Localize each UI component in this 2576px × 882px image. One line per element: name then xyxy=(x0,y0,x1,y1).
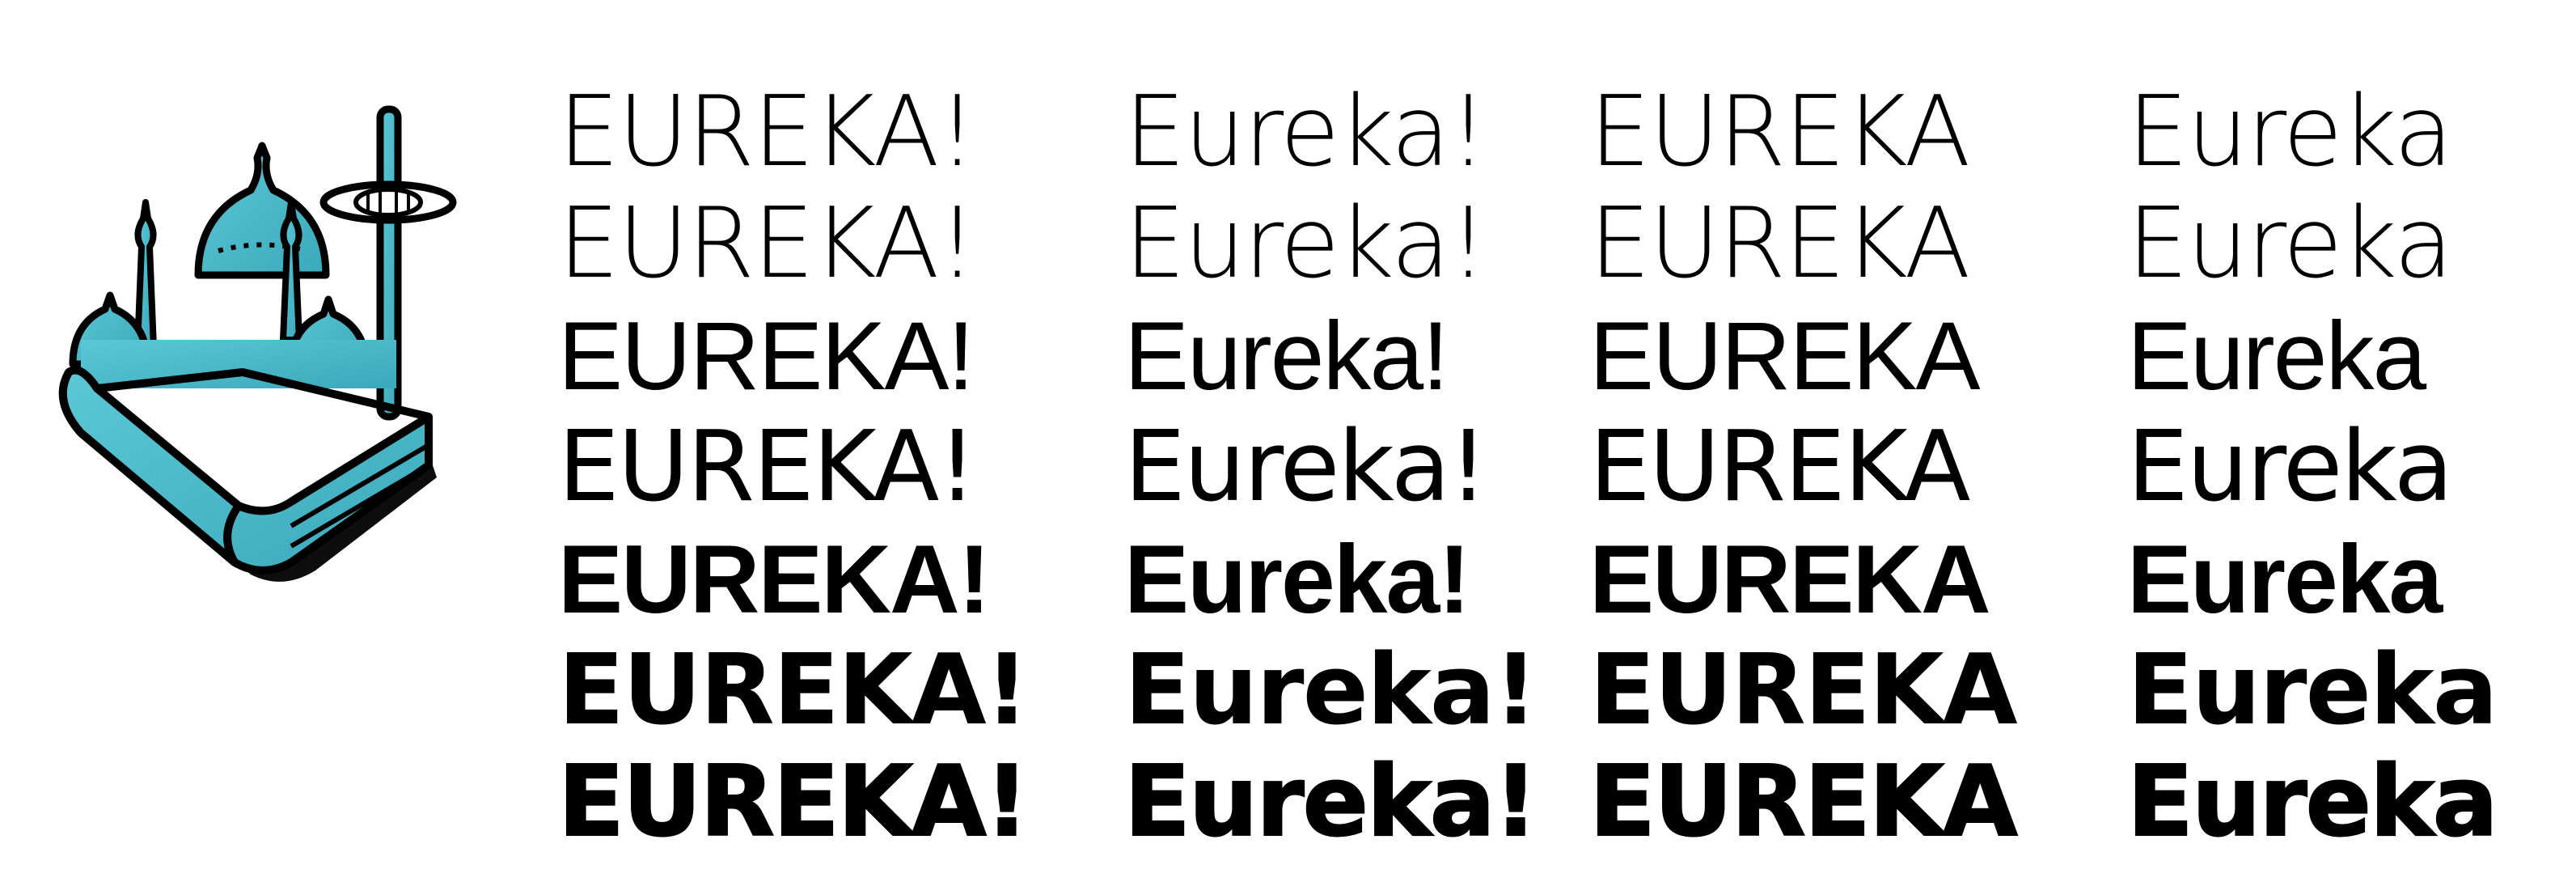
specimen-line-semibold: Eureka! xyxy=(1124,525,1470,634)
specimen-line-light: Eureka xyxy=(2127,188,2453,300)
specimen-line-light: Eureka! xyxy=(1124,188,1487,300)
specimen-line-thin: EUREKA xyxy=(1589,76,1971,189)
type-specimen: EUREKA! EUREKA! EUREKA! EUREKA! EUREKA! … xyxy=(557,77,2532,859)
specimen-column-titlecase: Eureka Eureka Eureka Eureka Eureka Eurek… xyxy=(2126,76,2499,859)
specimen-column-uppercase: EUREKA EUREKA EUREKA EUREKA EUREKA EUREK… xyxy=(1588,76,2019,859)
specimen-line-semibold: Eureka xyxy=(2127,525,2443,634)
specimen-line-thin: Eureka xyxy=(2127,76,2453,189)
specimen-line-thin: Eureka! xyxy=(1124,76,1487,189)
specimen-line-light: EUREKA! xyxy=(558,188,977,300)
specimen-line-regular: EUREKA! xyxy=(558,302,975,410)
specimen-line-bold: Eureka! xyxy=(1124,634,1538,747)
specimen-line-thin: EUREKA! xyxy=(558,76,977,189)
specimen-line-semibold: EUREKA! xyxy=(558,525,991,634)
specimen-line-bold: EUREKA xyxy=(1589,634,2018,747)
specimen-column-titlecase-exclaim: Eureka! Eureka! Eureka! Eureka! Eureka! … xyxy=(1123,76,1538,859)
specimen-line-black: EUREKA! xyxy=(557,746,1030,859)
specimen-column-uppercase-exclaim: EUREKA! EUREKA! EUREKA! EUREKA! EUREKA! … xyxy=(557,76,1030,859)
specimen-line-regular: Eureka! xyxy=(1124,302,1449,410)
specimen-line-light: EUREKA xyxy=(1589,188,1971,300)
specimen-line-semibold: EUREKA xyxy=(1589,525,1991,634)
specimen-line-book: Eureka xyxy=(2127,411,2453,524)
specimen-line-book: EUREKA! xyxy=(558,411,977,524)
specimen-line-bold: EUREKA! xyxy=(558,634,1029,747)
specimen-line-book: Eureka! xyxy=(1124,411,1487,524)
specimen-line-bold: Eureka xyxy=(2127,634,2498,747)
specimen-line-regular: EUREKA xyxy=(1589,302,1980,410)
specimen-line-black: Eureka xyxy=(2126,746,2499,859)
pavilion-book-logo xyxy=(58,105,457,582)
specimen-line-black: Eureka! xyxy=(1123,746,1538,859)
specimen-line-black: EUREKA xyxy=(1588,746,2019,859)
specimen-line-book: EUREKA xyxy=(1589,411,1971,524)
specimen-line-regular: Eureka xyxy=(2127,302,2426,410)
